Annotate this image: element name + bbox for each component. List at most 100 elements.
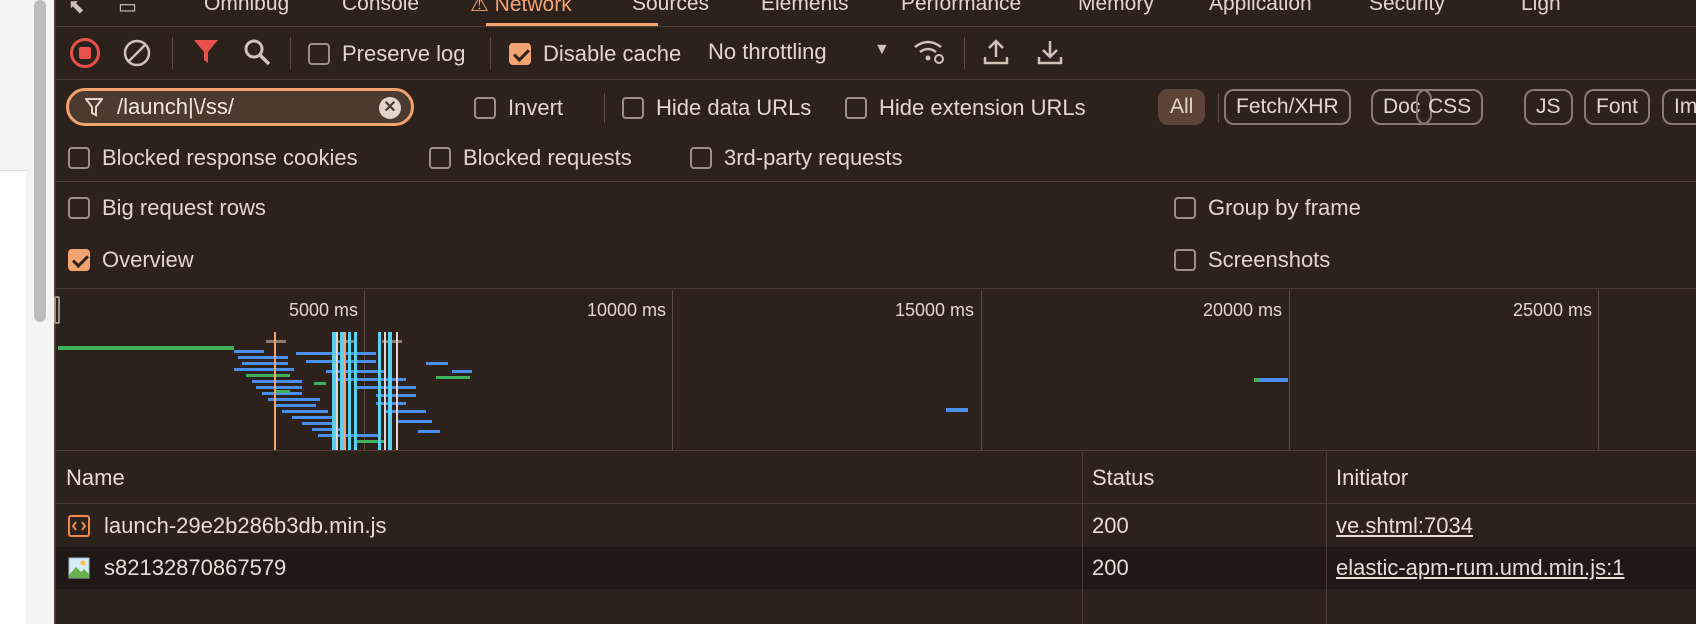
filter-divider — [1218, 93, 1219, 123]
invert-option[interactable]: Invert — [474, 95, 563, 121]
disable-cache-option[interactable]: Disable cache — [509, 41, 681, 67]
filter-icon[interactable] — [192, 37, 220, 67]
request-name: s82132870867579 — [104, 555, 287, 580]
tab-security[interactable]: Security — [1369, 0, 1445, 16]
blocked-requests-checkbox[interactable] — [429, 147, 451, 169]
export-har-icon[interactable] — [1036, 37, 1064, 67]
network-overview[interactable]: 5000 ms 10000 ms 15000 ms 20000 ms 25000… — [54, 290, 1696, 451]
third-party-label: 3rd-party requests — [724, 145, 903, 170]
screenshots-checkbox[interactable] — [1174, 249, 1196, 271]
screenshots-label: Screenshots — [1208, 247, 1331, 272]
script-file-icon — [68, 515, 90, 537]
type-filter-img[interactable]: Im — [1662, 89, 1696, 125]
clear-icon[interactable] — [122, 38, 152, 68]
overview-waterfall — [58, 332, 1288, 450]
preserve-log-checkbox[interactable] — [308, 43, 330, 65]
column-header-status[interactable]: Status — [1082, 452, 1326, 504]
devtools-tabbar: ⬉ ▭ Omnibug Console ⚠ Network Sources El… — [56, 0, 1696, 27]
page-viewport-edge — [0, 0, 54, 624]
network-settings: Big request rows Group by frame Overview… — [56, 183, 1696, 289]
filter-divider — [604, 93, 605, 123]
invert-checkbox[interactable] — [474, 97, 496, 119]
preserve-log-option[interactable]: Preserve log — [308, 41, 466, 67]
blocked-cookies-checkbox[interactable] — [68, 147, 90, 169]
hide-data-urls-checkbox[interactable] — [622, 97, 644, 119]
request-initiator-link[interactable]: elastic-apm-rum.umd.min.js:1 — [1336, 547, 1625, 589]
big-rows-checkbox[interactable] — [68, 197, 90, 219]
network-toolbar: Preserve log Disable cache No throttling… — [56, 28, 1696, 80]
blocked-filters-row: Blocked response cookies Blocked request… — [56, 134, 1696, 182]
request-table: Name Status Initiator launch-29e2b286b3d… — [56, 452, 1696, 624]
tab-memory[interactable]: Memory — [1078, 0, 1154, 16]
filter-bar: /launch|\/ss/ ✕ Invert Hide data URLs Hi… — [56, 81, 1696, 131]
blocked-requests-option[interactable]: Blocked requests — [429, 145, 632, 171]
image-file-icon — [68, 557, 90, 579]
table-row[interactable]: s82132870867579 200 elastic-apm-rum.umd.… — [56, 547, 1696, 589]
type-filter-all[interactable]: All — [1158, 89, 1206, 125]
clear-filter-icon[interactable]: ✕ — [379, 97, 401, 119]
big-rows-label: Big request rows — [102, 195, 266, 220]
group-by-frame-checkbox[interactable] — [1174, 197, 1196, 219]
overview-label: Overview — [102, 247, 194, 272]
tab-network[interactable]: ⚠ Network — [470, 0, 572, 17]
hide-extension-urls-option[interactable]: Hide extension URLs — [845, 95, 1086, 121]
hide-data-urls-option[interactable]: Hide data URLs — [622, 95, 811, 121]
group-by-frame-label: Group by frame — [1208, 195, 1361, 220]
hide-data-urls-label: Hide data URLs — [656, 95, 812, 120]
screenshots-option[interactable]: Screenshots — [1174, 247, 1330, 273]
chevron-down-icon: ▼ — [874, 41, 890, 58]
page-scrollbar[interactable] — [34, 0, 46, 322]
filter-input[interactable]: /launch|\/ss/ ✕ — [66, 88, 414, 126]
tab-console[interactable]: Console — [342, 0, 419, 16]
tab-omnibug[interactable]: Omnibug — [204, 0, 289, 16]
third-party-checkbox[interactable] — [690, 147, 712, 169]
type-filter-css[interactable]: CSS — [1416, 89, 1484, 125]
request-name: launch-29e2b286b3db.min.js — [104, 513, 387, 538]
tab-sources[interactable]: Sources — [632, 0, 709, 16]
page-panel — [0, 170, 26, 624]
request-status: 200 — [1092, 513, 1129, 538]
overview-option[interactable]: Overview — [68, 247, 194, 273]
column-header-initiator[interactable]: Initiator — [1326, 452, 1696, 504]
blocked-cookies-option[interactable]: Blocked response cookies — [68, 145, 358, 171]
column-header-name[interactable]: Name — [56, 452, 1082, 504]
blocked-cookies-label: Blocked response cookies — [102, 145, 358, 170]
type-filter-js[interactable]: JS — [1524, 89, 1573, 125]
filter-value: /launch|\/ss/ — [117, 94, 234, 119]
preserve-log-label: Preserve log — [342, 41, 466, 66]
group-by-frame-option[interactable]: Group by frame — [1174, 195, 1361, 221]
invert-label: Invert — [508, 95, 564, 120]
network-conditions-icon[interactable] — [912, 37, 946, 67]
tab-lighthouse[interactable]: Ligh — [1521, 0, 1561, 16]
request-status: 200 — [1092, 555, 1129, 580]
type-filter-fetch-xhr[interactable]: Fetch/XHR — [1224, 89, 1351, 125]
third-party-option[interactable]: 3rd-party requests — [690, 145, 903, 171]
inspect-element-icon[interactable]: ⬉ — [68, 0, 85, 19]
column-divider[interactable] — [1326, 452, 1327, 624]
tab-elements[interactable]: Elements — [761, 0, 849, 16]
funnel-icon — [85, 98, 103, 117]
import-har-icon[interactable] — [982, 37, 1010, 67]
type-filter-font[interactable]: Font — [1584, 89, 1651, 125]
toolbar-divider — [172, 37, 173, 69]
disable-cache-checkbox[interactable] — [509, 43, 531, 65]
big-rows-option[interactable]: Big request rows — [68, 195, 266, 221]
throttling-select[interactable]: No throttling ▼ — [708, 39, 890, 65]
warning-icon: ⚠ — [470, 0, 495, 16]
record-button[interactable] — [70, 38, 100, 68]
active-tab-indicator — [486, 23, 658, 26]
device-toolbar-icon[interactable]: ▭ — [118, 0, 137, 19]
request-initiator-link[interactable]: ve.shtml:7034 — [1336, 505, 1473, 547]
overview-checkbox[interactable] — [68, 249, 90, 271]
column-divider[interactable] — [1082, 452, 1083, 624]
table-row[interactable]: launch-29e2b286b3db.min.js 200 ve.shtml:… — [56, 505, 1696, 547]
disable-cache-label: Disable cache — [543, 41, 682, 66]
throttling-value: No throttling — [708, 39, 827, 64]
toolbar-divider — [964, 37, 965, 69]
hide-extension-urls-checkbox[interactable] — [845, 97, 867, 119]
search-icon[interactable] — [242, 37, 272, 67]
tab-performance[interactable]: Performance — [901, 0, 1021, 16]
tab-application[interactable]: Application — [1209, 0, 1312, 16]
tab-network-label: Network — [494, 0, 572, 16]
hide-extension-urls-label: Hide extension URLs — [879, 95, 1086, 120]
